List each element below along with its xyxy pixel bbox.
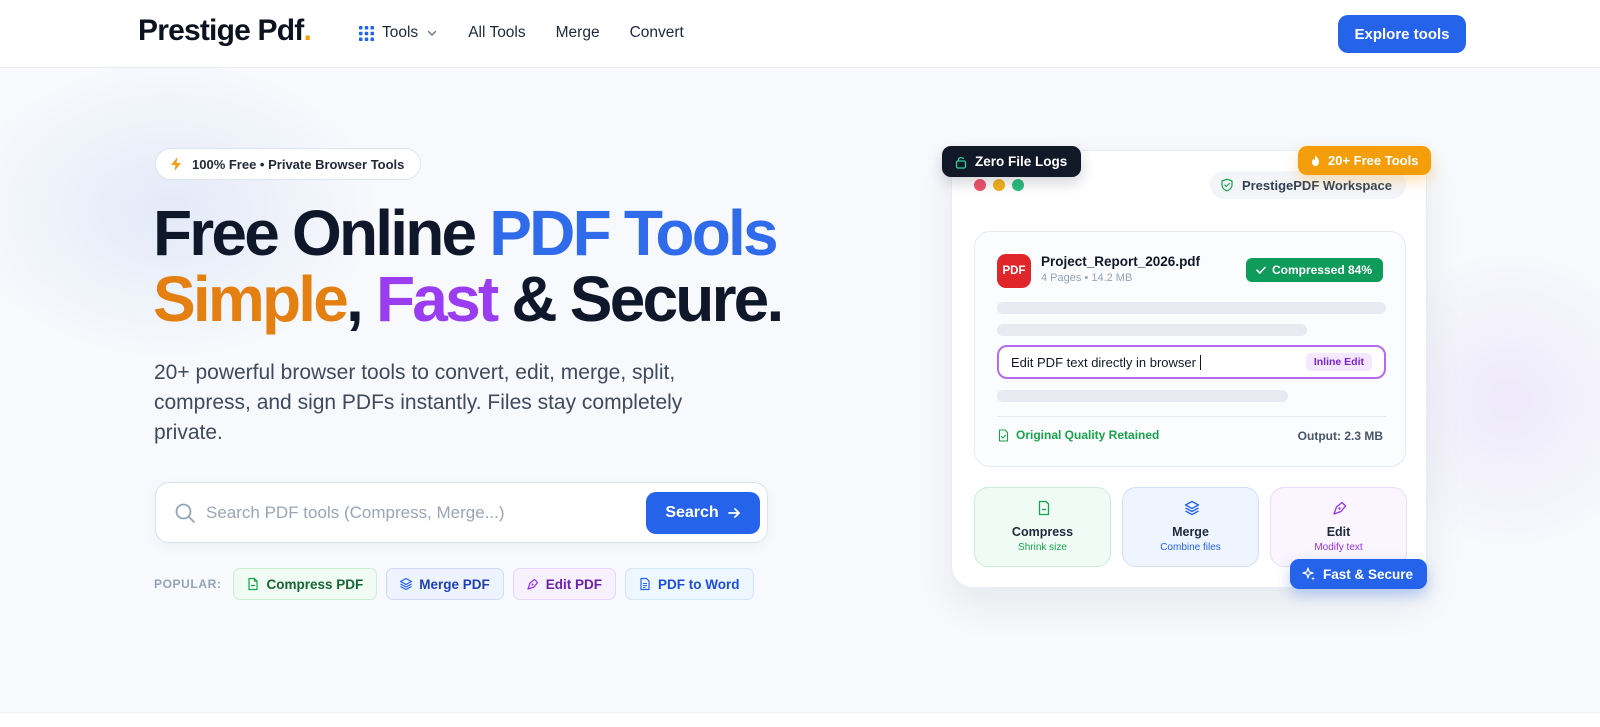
- window-dot-yellow: [993, 179, 1005, 191]
- chip-label: Compress PDF: [266, 576, 364, 592]
- logo-dot: .: [303, 14, 311, 47]
- headline-text-pdf-tools: PDF Tools: [489, 197, 778, 269]
- tile-edit[interactable]: Edit Modify text: [1270, 487, 1407, 567]
- hero-subtext: 20+ powerful browser tools to convert, e…: [154, 361, 683, 444]
- hero-headline: Free Online PDF Tools Simple, Fast & Sec…: [153, 200, 784, 335]
- tile-title: Edit: [1326, 525, 1351, 539]
- inline-edit-value: Edit PDF text directly in browser: [1011, 355, 1196, 370]
- nav-merge[interactable]: Merge: [556, 24, 600, 42]
- fast-secure-text: Fast & Secure: [1323, 566, 1414, 582]
- chip-pdf-to-word[interactable]: PDF to Word: [625, 568, 754, 600]
- nav-tools-label: Tools: [382, 24, 419, 41]
- file-minus-icon: [1038, 500, 1050, 516]
- headline-text-free-online: Free Online: [153, 197, 490, 269]
- zero-file-logs-tag: Zero File Logs: [942, 146, 1082, 177]
- quality-retained: Original Quality Retained: [997, 428, 1159, 442]
- tile-compress[interactable]: Compress Shrink size: [974, 487, 1111, 567]
- free-tools-text: 20+ Free Tools: [1328, 153, 1419, 168]
- hero-badge-text: 100% Free • Private Browser Tools: [192, 156, 405, 172]
- headline-text-secure: & Secure.: [496, 263, 784, 335]
- layers-icon: [400, 577, 413, 591]
- popular-label: POPULAR:: [154, 577, 222, 591]
- tile-subtitle: Modify text: [1314, 542, 1363, 553]
- nav-all-tools[interactable]: All Tools: [468, 24, 525, 42]
- arrow-right-icon: [727, 508, 740, 518]
- output-size: Output: 2.3 MB: [1297, 429, 1383, 443]
- skeleton-line: [997, 390, 1288, 402]
- chip-label: PDF to Word: [658, 576, 740, 592]
- tile-subtitle: Shrink size: [1018, 542, 1067, 553]
- layers-icon: [1184, 500, 1200, 516]
- inline-edit-text: Edit PDF text directly in browser: [1011, 355, 1201, 370]
- nav-convert[interactable]: Convert: [630, 24, 684, 42]
- file-name: Project_Report_2026.pdf: [1041, 254, 1201, 269]
- zero-file-logs-text: Zero File Logs: [975, 154, 1068, 169]
- file-icon: [248, 577, 259, 591]
- search-box: Search: [155, 482, 768, 543]
- compressed-status-badge: Compressed 84%: [1245, 258, 1383, 282]
- file-check-icon: [998, 428, 1009, 442]
- fast-secure-badge: Fast & Secure: [1290, 559, 1428, 589]
- chip-edit-pdf[interactable]: Edit PDF: [512, 568, 617, 600]
- headline-line-1: Free Online PDF Tools: [153, 200, 781, 266]
- pen-tool-icon: [1333, 501, 1347, 515]
- chip-merge-pdf[interactable]: Merge PDF: [386, 568, 504, 600]
- tile-merge[interactable]: Merge Combine files: [1122, 487, 1259, 567]
- inline-edit-field[interactable]: Edit PDF text directly in browser Inline…: [997, 345, 1386, 379]
- explore-tools-button[interactable]: Explore tools: [1338, 15, 1466, 53]
- hero-badge: 100% Free • Private Browser Tools: [155, 148, 422, 180]
- window-dots: [974, 179, 1031, 191]
- free-tools-tag: 20+ Free Tools: [1298, 146, 1432, 175]
- bolt-icon: [171, 157, 181, 171]
- search-button-label: Search: [665, 504, 719, 521]
- check-icon: [1256, 266, 1266, 274]
- search-input[interactable]: [206, 497, 626, 529]
- main-nav: Tools All Tools Merge Convert: [359, 24, 714, 42]
- headline-text-fast: Fast: [376, 263, 499, 335]
- compressed-status-text: Compressed 84%: [1271, 263, 1372, 277]
- workspace-label: PrestigePDF Workspace: [1209, 171, 1406, 199]
- chip-compress-pdf[interactable]: Compress PDF: [233, 568, 378, 600]
- logo-text: Prestige Pdf: [138, 14, 304, 47]
- search-icon: [175, 503, 195, 523]
- headline-text-comma: ,: [346, 263, 377, 335]
- skeleton-line: [997, 324, 1307, 336]
- workspace-label-text: PrestigePDF Workspace: [1241, 177, 1392, 193]
- file-meta: 4 Pages • 14.2 MB: [1041, 272, 1133, 284]
- headline-text-simple: Simple: [153, 263, 349, 335]
- window-dot-green: [1012, 179, 1024, 191]
- grid-icon: [359, 25, 374, 41]
- nav-tools-dropdown[interactable]: Tools: [359, 24, 438, 42]
- pdf-file-icon: PDF: [997, 254, 1031, 288]
- window-dot-red: [974, 179, 986, 191]
- lock-icon: [955, 156, 967, 169]
- shield-check-icon: [1221, 178, 1233, 192]
- tile-subtitle: Combine files: [1160, 542, 1221, 553]
- search-button[interactable]: Search: [646, 492, 760, 534]
- chip-label: Edit PDF: [545, 576, 603, 592]
- flame-icon: [1312, 155, 1319, 166]
- sparkles-icon: [1302, 567, 1315, 581]
- tile-title: Merge: [1172, 525, 1209, 539]
- text-caret: [1199, 355, 1201, 370]
- inline-edit-badge: Inline Edit: [1305, 353, 1372, 371]
- logo[interactable]: Prestige Pdf.: [138, 14, 312, 48]
- chip-label: Merge PDF: [419, 576, 490, 592]
- chevron-down-icon: [427, 30, 437, 36]
- skeleton-line: [997, 302, 1386, 314]
- page-bottom-edge: [0, 712, 1600, 727]
- workspace-mockup: PrestigePDF Workspace PDF Project_Report…: [951, 150, 1427, 588]
- tile-title: Compress: [1011, 525, 1074, 539]
- file-text-icon: [640, 577, 650, 591]
- quality-text: Original Quality Retained: [1016, 428, 1160, 442]
- site-header: Prestige Pdf. Tools All Tools Merge Conv…: [0, 0, 1600, 68]
- file-panel: PDF Project_Report_2026.pdf 4 Pages • 14…: [974, 231, 1406, 467]
- headline-line-2: Simple, Fast & Secure.: [153, 263, 784, 335]
- divider: [997, 416, 1386, 417]
- popular-tools: POPULAR: Compress PDF Merge PDF Edit PDF…: [154, 568, 763, 600]
- pen-tool-icon: [527, 578, 538, 590]
